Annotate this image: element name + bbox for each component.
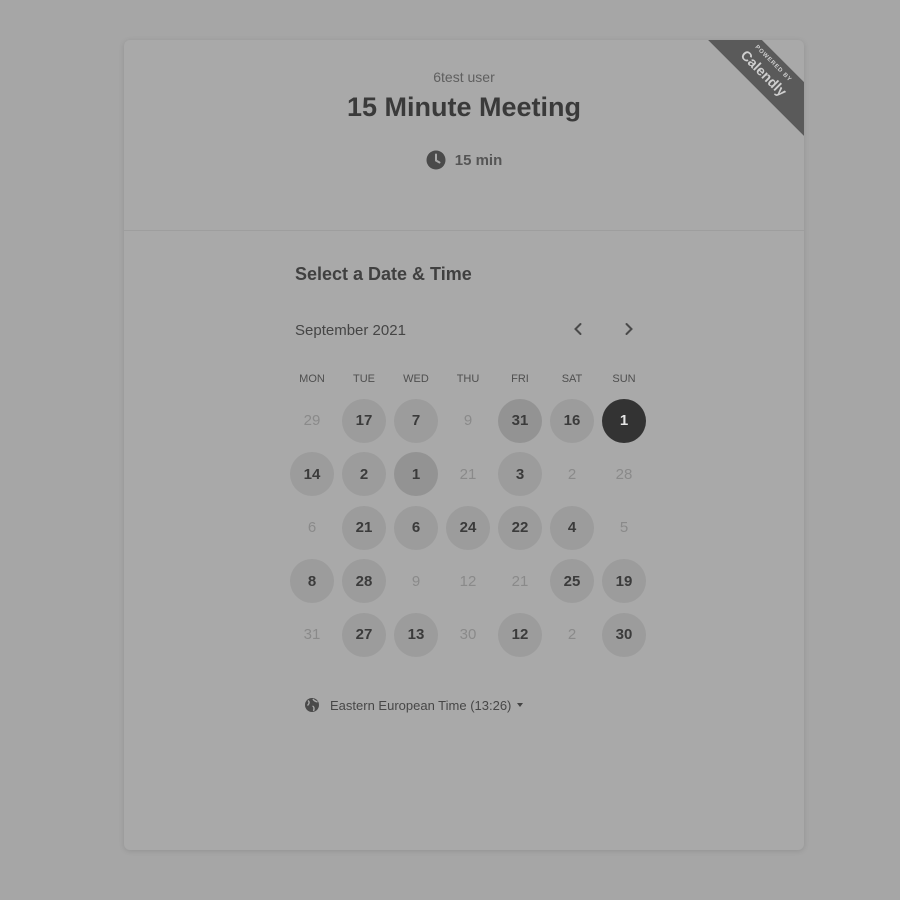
month-label: September 2021 <box>295 322 406 339</box>
calendar-day-available[interactable]: 6 <box>394 505 438 550</box>
weekday-label: SAT <box>561 373 583 385</box>
weekday-label: TUE <box>353 373 375 385</box>
calendar-day-unavailable: 31 <box>303 626 321 644</box>
calendar-day-available[interactable]: 25 <box>550 559 594 604</box>
calendar-day-unavailable: 29 <box>303 412 321 430</box>
weekday-label: FRI <box>511 373 529 385</box>
clock-icon <box>426 150 446 170</box>
calendar-day-available[interactable]: 17 <box>342 398 386 443</box>
weekday-header: MON TUE WED THU FRI SAT SUN <box>286 373 650 385</box>
calendar-day-unavailable: 9 <box>463 412 473 430</box>
weekday-label: MON <box>299 373 325 385</box>
calendar-day-available[interactable]: 24 <box>446 505 490 550</box>
calendar-day-available[interactable]: 31 <box>498 398 542 443</box>
calendar-week-row: 14 2 1 21 3 2 28 <box>286 448 650 502</box>
calendar-weeks: 29 17 7 9 31 16 1 14 2 1 21 3 2 28 6 21 6 24 22 4 5 8 28 9 12 21 2… <box>286 394 650 662</box>
calendar-day-available[interactable]: 7 <box>394 398 438 443</box>
calendar-day-unavailable: 2 <box>567 626 577 644</box>
booking-card: 6test user 15 Minute Meeting 15 min POWE… <box>124 40 804 850</box>
calendar-day-unavailable: 5 <box>619 519 629 537</box>
event-duration: 15 min <box>124 150 804 170</box>
calendar-day-available[interactable]: 12 <box>498 612 542 657</box>
chevron-right-icon <box>625 323 633 335</box>
weekday-label: SUN <box>612 373 636 385</box>
calendar-day-available[interactable]: 1 <box>394 452 438 497</box>
calendar-day-available[interactable]: 16 <box>550 398 594 443</box>
next-month-button[interactable] <box>618 318 640 340</box>
calendar-day-unavailable: 30 <box>459 626 477 644</box>
calendar-day-selected[interactable]: 1 <box>602 398 646 443</box>
calendar-week-row: 6 21 6 24 22 4 5 <box>286 501 650 555</box>
calendar-day-unavailable: 9 <box>411 572 421 590</box>
event-header: 6test user 15 Minute Meeting 15 min POWE… <box>124 40 804 230</box>
calendar-day-available[interactable]: 22 <box>498 505 542 550</box>
calendar-day-available[interactable]: 2 <box>342 452 386 497</box>
calendar-day-available[interactable]: 8 <box>290 559 334 604</box>
calendar-day-available[interactable]: 3 <box>498 452 542 497</box>
duration-label: 15 min <box>454 151 503 169</box>
calendar-week-row: 8 28 9 12 21 25 19 <box>286 555 650 609</box>
calendar-day-unavailable: 28 <box>615 465 633 483</box>
timezone-label: Eastern European Time (13:26) <box>330 697 512 713</box>
chevron-left-icon <box>574 323 582 335</box>
calendar-grid: MON TUE WED THU FRI SAT SUN 29 17 7 9 31 16 1 1… <box>286 373 650 662</box>
calendar-day-available[interactable]: 13 <box>394 612 438 657</box>
calendar-day-available[interactable]: 28 <box>342 559 386 604</box>
caret-down-icon <box>517 703 524 707</box>
calendar-week-row: 29 17 7 9 31 16 1 <box>286 394 650 448</box>
section-title: Select a Date & Time <box>295 264 472 284</box>
calendar-day-unavailable: 2 <box>567 465 577 483</box>
powered-by-ribbon[interactable]: POWERED BY Calendly <box>698 40 804 146</box>
brand-label: Calendly <box>737 46 791 100</box>
calendar-day-available[interactable]: 14 <box>290 452 334 497</box>
calendar-day-available[interactable]: 4 <box>550 505 594 550</box>
timezone-selector[interactable]: Eastern European Time (13:26) <box>304 697 524 713</box>
calendar-week-row: 31 27 13 30 12 2 30 <box>286 608 650 662</box>
calendar-day-unavailable: 21 <box>511 572 529 590</box>
previous-month-button[interactable] <box>567 318 589 340</box>
weekday-label: THU <box>456 373 480 385</box>
calendar-day-available[interactable]: 21 <box>342 505 386 550</box>
divider <box>124 230 804 231</box>
calendar-day-available[interactable]: 30 <box>602 612 646 657</box>
calendar-day-unavailable: 12 <box>459 572 477 590</box>
calendar-day-available[interactable]: 19 <box>602 559 646 604</box>
calendar-day-available[interactable]: 27 <box>342 612 386 657</box>
globe-icon <box>304 697 320 713</box>
calendar-day-unavailable: 21 <box>459 465 477 483</box>
powered-by-label: POWERED BY <box>753 44 793 84</box>
weekday-label: WED <box>403 373 429 385</box>
calendar-day-unavailable: 6 <box>307 519 317 537</box>
